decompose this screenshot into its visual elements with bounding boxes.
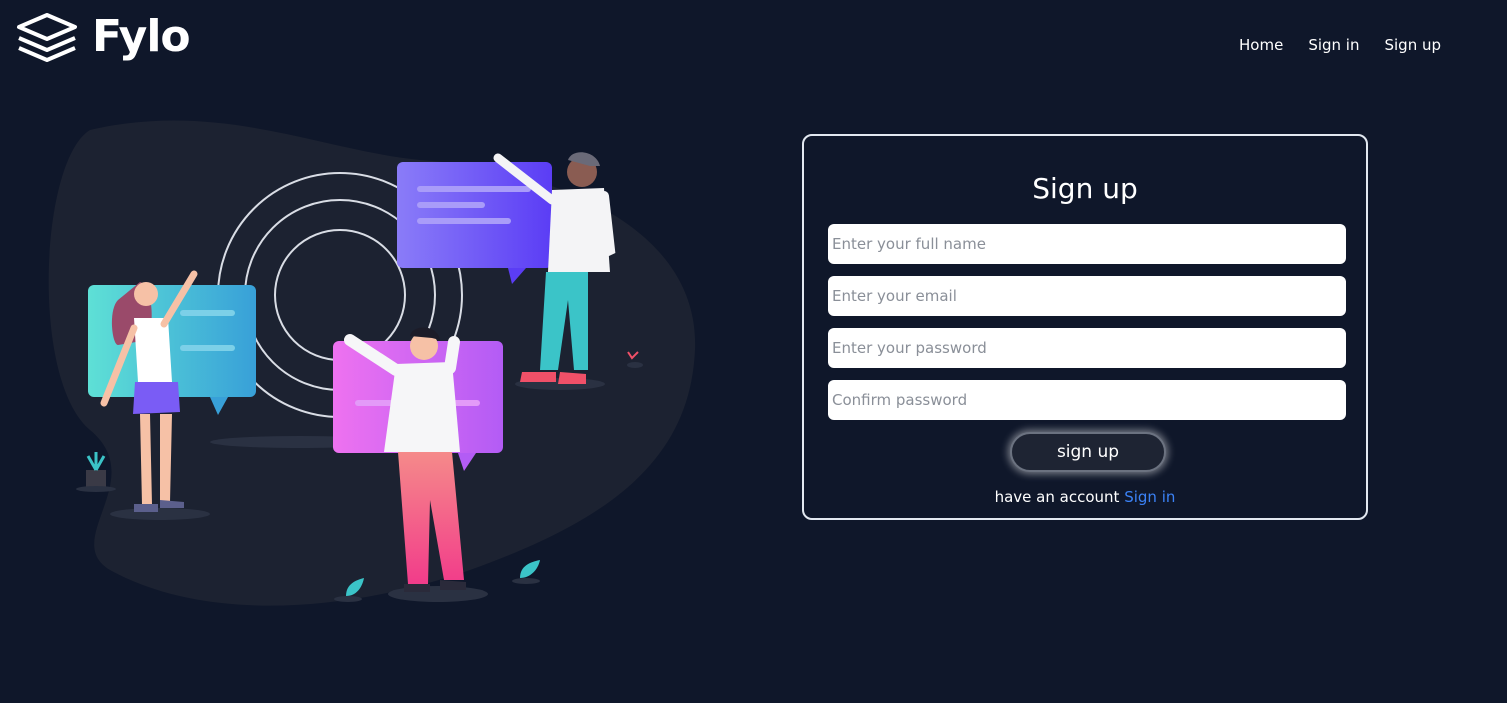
signup-button[interactable]: sign up [1010, 432, 1166, 472]
stacked-layers-icon [17, 13, 77, 62]
signin-link[interactable]: Sign in [1124, 488, 1175, 506]
hero-illustration [48, 120, 696, 606]
full-name-input[interactable] [828, 224, 1346, 264]
account-text: have an account [994, 488, 1120, 506]
logo[interactable]: Fylo [16, 11, 191, 62]
signup-card: Sign up sign up have an account Sign in [802, 134, 1368, 520]
form-title: Sign up [1032, 172, 1138, 205]
account-prompt: have an account Sign in [804, 488, 1366, 506]
password-input[interactable] [828, 328, 1346, 368]
nav-signin-link[interactable]: Sign in [1308, 36, 1359, 54]
email-input[interactable] [828, 276, 1346, 316]
top-nav: Home Sign in Sign up [1239, 36, 1441, 54]
nav-signup-link[interactable]: Sign up [1384, 36, 1441, 54]
confirm-password-input[interactable] [828, 380, 1346, 420]
nav-home-link[interactable]: Home [1239, 36, 1283, 54]
brand-name: Fylo [92, 11, 191, 62]
